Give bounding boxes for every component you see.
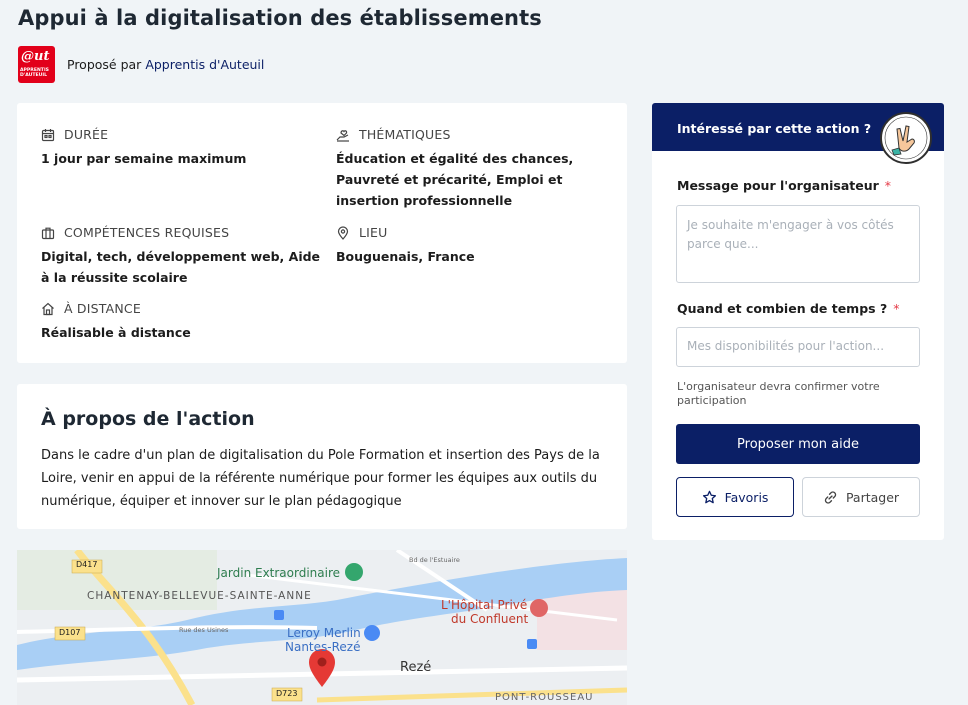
share-label: Partager — [845, 489, 900, 505]
required-mark: * — [884, 178, 892, 193]
about-card: À propos de l'action Dans le cadre d'un … — [17, 384, 627, 529]
themes-block: THÉMATIQUES Éducation et égalité des cha… — [336, 127, 611, 211]
hands-icon — [336, 129, 349, 142]
organizer-prefix: Proposé par — [67, 56, 142, 72]
map-place-label: Jardin Extraordinaire — [217, 566, 341, 580]
message-textarea[interactable]: Je souhaite m'engager à vos côtés parce … — [676, 205, 920, 283]
organizer-row: @ut APPRENTIS D'AUTEUIL Proposé par Appr… — [18, 45, 264, 83]
map-district-label: PONT-ROUSSEAU — [495, 692, 594, 703]
map-street-label: Rue des Usines — [179, 626, 229, 634]
confirmation-hint: L'organisateur devra confirmer votre par… — [677, 380, 880, 407]
organizer-logo[interactable]: @ut APPRENTIS D'AUTEUIL — [18, 45, 55, 83]
themes-value: Éducation et égalité des chances, Pauvre… — [336, 151, 574, 208]
logo-mark: @ut — [21, 48, 50, 64]
availability-input[interactable]: Mes disponibilités pour l'action... — [676, 327, 920, 367]
map-street-label: Bd de l'Estuaire — [409, 556, 460, 564]
link-icon — [824, 490, 837, 504]
location-label: LIEU — [359, 225, 388, 240]
map-place-label: Nantes-Rezé — [285, 640, 361, 654]
calendar-icon — [41, 128, 55, 141]
map-place-label: du Confluent — [451, 612, 529, 626]
about-title: À propos de l'action — [41, 408, 255, 430]
remote-block: À DISTANCE Réalisable à distance — [41, 301, 321, 343]
skills-value: Digital, tech, développement web, Aide à… — [41, 249, 321, 285]
map-place-label: Rezé — [400, 660, 432, 675]
skills-block: COMPÉTENCES REQUISES Digital, tech, déve… — [41, 225, 321, 288]
skills-label: COMPÉTENCES REQUISES — [64, 225, 230, 240]
favorite-label: Favoris — [724, 489, 769, 505]
map-road-label: D723 — [276, 689, 298, 698]
remote-label: À DISTANCE — [64, 301, 141, 316]
organizer-link[interactable]: Apprentis d'Auteuil — [145, 57, 264, 72]
organizer-text: Proposé par Apprentis d'Auteuil — [67, 57, 264, 72]
duration-label: DURÉE — [64, 127, 109, 142]
home-icon — [42, 302, 54, 315]
briefcase-icon — [41, 227, 55, 239]
remote-value: Réalisable à distance — [41, 325, 191, 340]
themes-label: THÉMATIQUES — [359, 127, 451, 142]
offer-help-button[interactable]: Proposer mon aide — [676, 424, 920, 464]
map-district-label: CHANTENAY-BELLEVUE-SAINTE-ANNE — [87, 590, 312, 602]
duration-value: 1 jour par semaine maximum — [41, 151, 247, 166]
map-place-label: L'Hôpital Privé — [441, 598, 528, 612]
share-button[interactable]: Partager — [802, 477, 920, 517]
required-mark: * — [893, 301, 900, 316]
contact-panel: Intéressé par cette action ? Message pou… — [652, 103, 944, 540]
duration-block: DURÉE 1 jour par semaine maximum — [41, 127, 321, 169]
about-text: Dans le cadre d'un plan de digitalisatio… — [41, 448, 600, 509]
page-title: Appui à la digitalisation des établissem… — [18, 6, 542, 30]
map-road-label: D107 — [59, 628, 81, 637]
map-road-label: D417 — [76, 560, 98, 569]
location-block: LIEU Bouguenais, France — [336, 225, 611, 267]
info-card: DURÉE 1 jour par semaine maximum THÉMATI… — [17, 103, 627, 363]
contact-panel-header: Intéressé par cette action ? — [652, 103, 944, 164]
contact-panel-title: Intéressé par cette action ? — [677, 121, 872, 136]
favorite-button[interactable]: Favoris — [676, 477, 794, 517]
map-place-label: Leroy Merlin — [287, 626, 361, 640]
availability-field-label: Quand et combien de temps ? * — [677, 301, 900, 316]
star-icon — [702, 490, 716, 503]
victory-hand-badge-icon — [880, 112, 932, 164]
location-map[interactable]: D417 D107 D723 Jardin Extraordinaire CHA… — [17, 550, 627, 705]
location-value: Bouguenais, France — [336, 249, 475, 264]
message-field-label: Message pour l'organisateur * — [677, 178, 892, 193]
location-pin-icon — [337, 225, 349, 240]
logo-wordmark: APPRENTIS D'AUTEUIL — [20, 67, 49, 79]
